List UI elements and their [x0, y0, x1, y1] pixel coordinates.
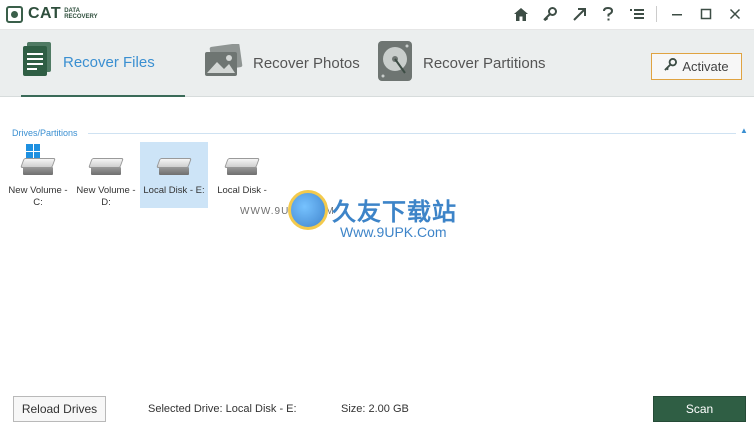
- section-divider: [88, 133, 736, 134]
- collapse-chevron-icon[interactable]: ▲: [740, 126, 748, 135]
- logo-subtitle: DATA RECOVERY: [64, 8, 98, 20]
- activate-button[interactable]: Activate: [651, 53, 742, 80]
- windows-logo-icon: [26, 144, 40, 158]
- watermark-title: 久友下载站: [332, 199, 457, 226]
- key-icon[interactable]: [541, 5, 559, 23]
- title-bar-controls: [501, 5, 744, 23]
- help-icon[interactable]: [599, 5, 617, 23]
- reload-drives-button[interactable]: Reload Drives: [13, 396, 106, 422]
- drive-item-e[interactable]: Local Disk - E:: [140, 142, 208, 208]
- home-icon[interactable]: [512, 5, 530, 23]
- tab-recover-photos-label: Recover Photos: [253, 55, 360, 72]
- drives-section-label: Drives/Partitions: [12, 128, 78, 138]
- scan-button[interactable]: Scan: [653, 396, 746, 422]
- tab-recover-files[interactable]: Recover Files: [21, 30, 185, 97]
- files-icon: [21, 42, 53, 83]
- tab-recover-files-label: Recover Files: [63, 54, 155, 71]
- drive-label: New Volume - D:: [76, 185, 136, 208]
- tab-recover-partitions-label: Recover Partitions: [423, 55, 546, 72]
- close-icon[interactable]: [726, 5, 744, 23]
- logo-text: CAT: [28, 5, 62, 22]
- tab-recover-photos[interactable]: Recover Photos: [203, 30, 363, 97]
- menu-icon[interactable]: [628, 5, 646, 23]
- title-bar-divider: [656, 6, 657, 22]
- drive-icon: [88, 154, 124, 178]
- size-status: Size: 2.00 GB: [341, 403, 409, 415]
- cat-logo-icon: [6, 5, 23, 23]
- minimize-icon[interactable]: [668, 5, 686, 23]
- photos-icon: [203, 43, 243, 83]
- title-bar: CAT DATA RECOVERY: [0, 0, 754, 30]
- drive-label: New Volume - C:: [8, 185, 68, 208]
- hard-disk-icon: [377, 40, 413, 87]
- drive-icon: [20, 144, 56, 178]
- tabs-bar: Recover Files Recover Photos Recover Par…: [0, 30, 754, 97]
- watermark: WWW.9UPK.COM 久友下载站 Www.9UPK.Com: [240, 182, 500, 262]
- selected-drive-status: Selected Drive: Local Disk - E:: [148, 403, 297, 415]
- upgrade-arrow-icon[interactable]: [570, 5, 588, 23]
- tab-recover-partitions[interactable]: Recover Partitions: [377, 30, 553, 97]
- drive-icon: [156, 154, 192, 178]
- watermark-logo-icon: [288, 190, 328, 230]
- drive-icon: [224, 154, 260, 178]
- drive-label: Local Disk - E:: [143, 185, 205, 196]
- watermark-url: Www.9UPK.Com: [340, 224, 447, 240]
- activate-label: Activate: [682, 59, 729, 74]
- drive-item-d[interactable]: New Volume - D:: [72, 142, 140, 208]
- key-icon: [664, 57, 678, 76]
- maximize-icon[interactable]: [697, 5, 715, 23]
- drive-item-c[interactable]: New Volume - C:: [4, 142, 72, 208]
- app-logo: CAT DATA RECOVERY: [6, 5, 98, 23]
